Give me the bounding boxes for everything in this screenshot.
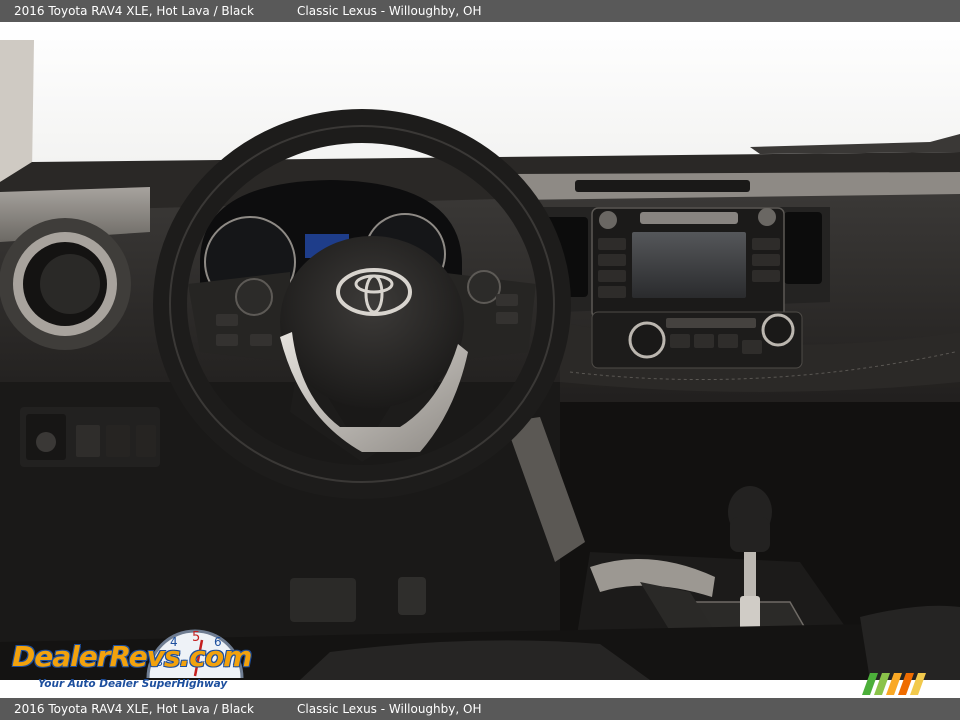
caption-bar-top: 2016 Toyota RAV4 XLE, Hot Lava / Black C… [0, 0, 960, 22]
vehicle-caption: 2016 Toyota RAV4 XLE, Hot Lava / Black [14, 4, 254, 18]
vehicle-caption: 2016 Toyota RAV4 XLE, Hot Lava / Black [14, 702, 254, 716]
dealerrevs-watermark: 3 4 5 6 DealerRevs.com Your Auto Dealer … [10, 622, 270, 694]
interior-photo [0, 22, 960, 680]
stripes-logo-icon [862, 673, 926, 695]
dealer-caption: Classic Lexus - Willoughby, OH [297, 702, 482, 716]
dealer-caption: Classic Lexus - Willoughby, OH [297, 4, 482, 18]
watermark-brand: DealerRevs.com [12, 640, 252, 673]
caption-bar-bottom: 2016 Toyota RAV4 XLE, Hot Lava / Black C… [0, 698, 960, 720]
watermark-tagline: Your Auto Dealer SuperHighway [38, 678, 228, 690]
page: 2016 Toyota RAV4 XLE, Hot Lava / Black C… [0, 0, 960, 720]
